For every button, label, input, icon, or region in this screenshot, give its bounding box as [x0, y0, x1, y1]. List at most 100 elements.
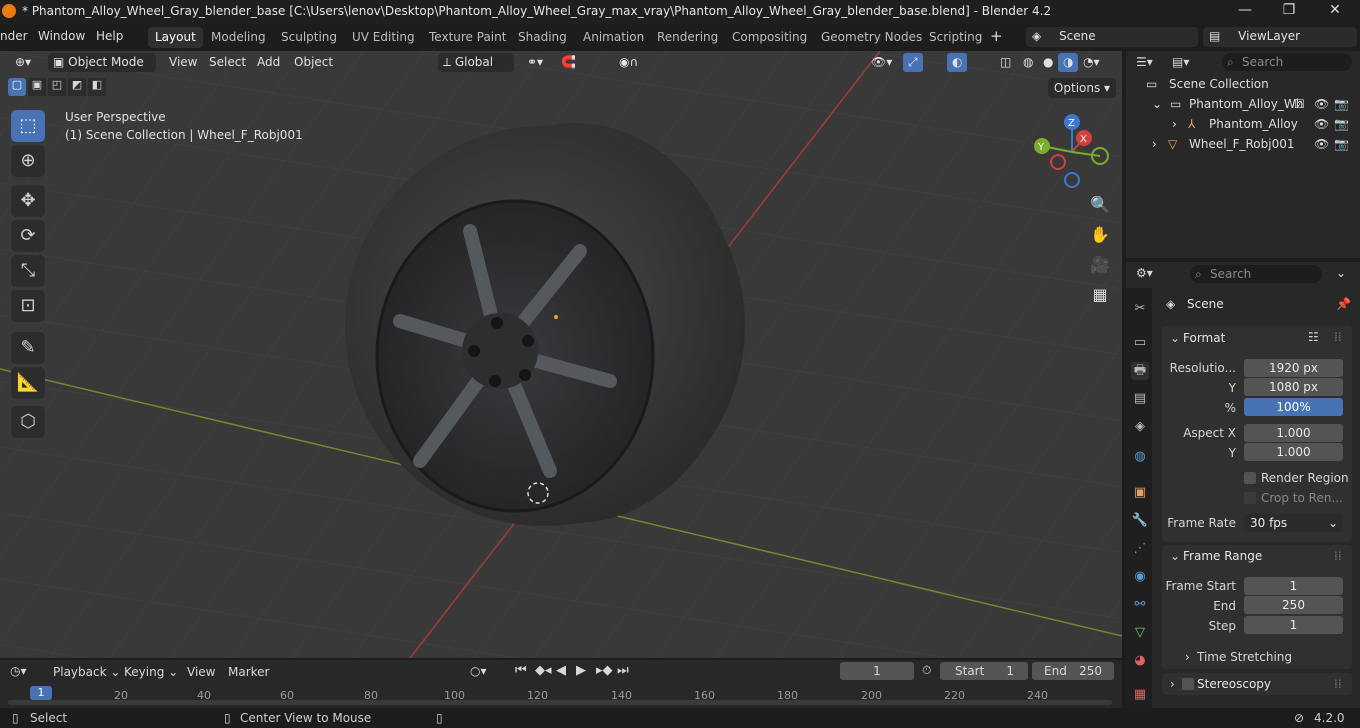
format-panel-title[interactable]: Format — [1183, 331, 1225, 345]
stopwatch-icon[interactable]: ⏱ — [922, 663, 931, 678]
chevron-right-icon[interactable]: › — [1185, 650, 1190, 664]
outliner-search-input[interactable]: ⌕ Search — [1222, 53, 1352, 71]
tool-tab-icon[interactable]: ✂ — [1131, 300, 1149, 318]
render-tab-icon[interactable]: ▭ — [1131, 334, 1149, 352]
material-tab-icon[interactable]: ◕ — [1131, 652, 1149, 670]
camera-view-icon[interactable]: 🎥 — [1088, 253, 1112, 277]
jump-start-icon[interactable]: ⏮ — [515, 663, 527, 678]
resolution-y-field[interactable]: 1080 px — [1244, 378, 1343, 396]
rotate-tool[interactable]: ⟳ — [11, 220, 45, 252]
resolution-x-field[interactable]: 1920 px — [1244, 359, 1343, 377]
data-tab-icon[interactable]: ▽ — [1131, 624, 1149, 642]
chevron-down-icon[interactable]: ⌄ — [1170, 549, 1180, 563]
mode-dropdown[interactable]: ▣ Object Mode — [48, 53, 156, 72]
maximize-button[interactable]: ❐ — [1266, 2, 1312, 22]
select-extend-icon[interactable]: ▣ — [28, 78, 46, 96]
xray-icon[interactable]: ◫ — [995, 53, 1016, 72]
timeline-view-menu[interactable]: View — [187, 665, 215, 679]
visibility-icon[interactable]: 👁▾ — [866, 53, 897, 72]
scene-tab-icon[interactable]: ◈ — [1131, 418, 1149, 436]
select-box-tool[interactable]: ⬚ — [11, 110, 45, 142]
play-icon[interactable]: ▶ — [576, 663, 586, 678]
chevron-down-icon[interactable]: ⌄ — [1170, 331, 1180, 345]
ortho-grid-icon[interactable]: ▦ — [1088, 283, 1112, 307]
aspect-x-field[interactable]: 1.000 — [1244, 424, 1343, 442]
tab-shading[interactable]: Shading — [511, 27, 574, 48]
menu-select[interactable]: Select — [204, 53, 251, 72]
checkbox-checked-icon[interactable]: ☑ — [1294, 97, 1305, 111]
modifier-tab-icon[interactable]: 🔧 — [1131, 512, 1149, 530]
outliner-editor-icon[interactable]: ☰▾ — [1136, 55, 1153, 69]
shading-solid-icon[interactable]: ● — [1038, 53, 1058, 72]
select-new-icon[interactable]: ▢ — [8, 78, 26, 96]
frame-step-field[interactable]: 1 — [1244, 616, 1343, 634]
tab-uv-editing[interactable]: UV Editing — [345, 27, 422, 48]
menu-window[interactable]: Window — [38, 29, 85, 43]
properties-editor-icon[interactable]: ⚙▾ — [1136, 266, 1153, 280]
pin-icon[interactable]: 📌 — [1336, 297, 1351, 311]
select-subtract-icon[interactable]: ◰ — [48, 78, 66, 96]
frame-start-field[interactable]: 1 — [1244, 577, 1343, 595]
time-stretching-subpanel[interactable]: Time Stretching — [1197, 650, 1292, 664]
camera-icon[interactable]: 📷 — [1334, 97, 1349, 111]
properties-search-input[interactable]: ⌕ Search — [1190, 265, 1322, 283]
select-intersect-icon[interactable]: ◧ — [88, 78, 106, 96]
particles-tab-icon[interactable]: ⋰ — [1131, 540, 1149, 558]
tab-modeling[interactable]: Modeling — [204, 27, 273, 48]
view-layer-tab-icon[interactable]: ▤ — [1131, 390, 1149, 408]
tab-sculpting[interactable]: Sculpting — [274, 27, 344, 48]
physics-tab-icon[interactable]: ◉ — [1131, 568, 1149, 586]
3d-viewport[interactable] — [0, 51, 1122, 658]
world-tab-icon[interactable]: ◍ — [1131, 448, 1149, 466]
select-invert-icon[interactable]: ◩ — [68, 78, 86, 96]
pivot-icon[interactable]: ⚭▾ — [522, 53, 548, 72]
editor-type-icon[interactable]: ⊕▾ — [10, 53, 36, 72]
tab-texture-paint[interactable]: Texture Paint — [422, 27, 513, 48]
constraints-tab-icon[interactable]: ⚯ — [1131, 596, 1149, 614]
menu-help[interactable]: Help — [96, 29, 123, 43]
tab-compositing[interactable]: Compositing — [725, 27, 814, 48]
tab-layout[interactable]: Layout — [148, 27, 203, 48]
stereoscopy-checkbox[interactable] — [1182, 678, 1194, 690]
menu-render[interactable]: nder — [0, 29, 28, 43]
overlay-toggle-icon[interactable]: ◐ — [947, 53, 968, 72]
current-frame-field[interactable]: 1 — [840, 662, 914, 680]
move-tool[interactable]: ✥ — [11, 185, 45, 217]
jump-end-icon[interactable]: ⏭ — [617, 663, 629, 678]
camera-icon[interactable]: 📷 — [1334, 137, 1349, 151]
menu-object[interactable]: Object — [289, 53, 338, 72]
annotate-tool[interactable]: ✎ — [11, 332, 45, 364]
stereoscopy-title[interactable]: Stereoscopy — [1197, 677, 1271, 691]
viewlayer-selector[interactable]: ▤ ViewLayer — [1203, 27, 1357, 47]
pan-hand-icon[interactable]: ✋ — [1088, 223, 1112, 247]
tab-animation[interactable]: Animation — [576, 27, 651, 48]
scale-tool[interactable]: ⤡ — [11, 255, 45, 287]
eye-icon[interactable]: 👁 — [1314, 137, 1329, 151]
menu-view[interactable]: View — [164, 53, 202, 72]
record-icon[interactable]: ○▾ — [470, 664, 487, 678]
minimize-button[interactable]: — — [1222, 2, 1268, 22]
play-reverse-icon[interactable]: ◀ — [556, 663, 566, 678]
presets-list-icon[interactable]: ☷ — [1308, 330, 1319, 344]
playback-menu[interactable]: Playback ⌄ — [53, 665, 120, 679]
tab-scripting[interactable]: Scripting — [922, 27, 989, 48]
measure-tool[interactable]: 📐 — [11, 367, 45, 399]
frame-range-title[interactable]: Frame Range — [1183, 549, 1262, 563]
timeline-end-field[interactable]: End 250 — [1032, 662, 1114, 680]
expand-down-icon[interactable]: ⌄ — [1152, 97, 1162, 111]
outliner-scene-collection[interactable]: ▭ Scene Collection — [1126, 77, 1360, 97]
drag-handle-icon[interactable]: ⁞⁞ — [1334, 330, 1342, 344]
frame-rate-dropdown[interactable]: 30 fps ⌄ — [1244, 514, 1343, 532]
chevron-down-icon[interactable]: ⌄ — [1336, 266, 1346, 280]
drag-handle-icon[interactable]: ⁞⁞ — [1334, 549, 1342, 563]
outliner-item-wheel[interactable]: › ▽ Wheel_F_Robj001 👁 📷 — [1126, 137, 1360, 157]
navigation-gizmo[interactable]: Z X Y — [1030, 110, 1116, 192]
object-tab-icon[interactable]: ▣ — [1131, 484, 1149, 502]
next-keyframe-icon[interactable]: ▸◆ — [596, 663, 613, 678]
timeline-start-field[interactable]: Start 1 — [940, 662, 1028, 680]
zoom-icon[interactable]: 🔍 — [1088, 193, 1112, 217]
eye-icon[interactable]: 👁 — [1314, 97, 1329, 111]
render-region-checkbox[interactable] — [1244, 472, 1256, 484]
resolution-percent-slider[interactable]: 100% — [1244, 398, 1343, 416]
scene-selector[interactable]: ◈ Scene — [1026, 27, 1198, 47]
